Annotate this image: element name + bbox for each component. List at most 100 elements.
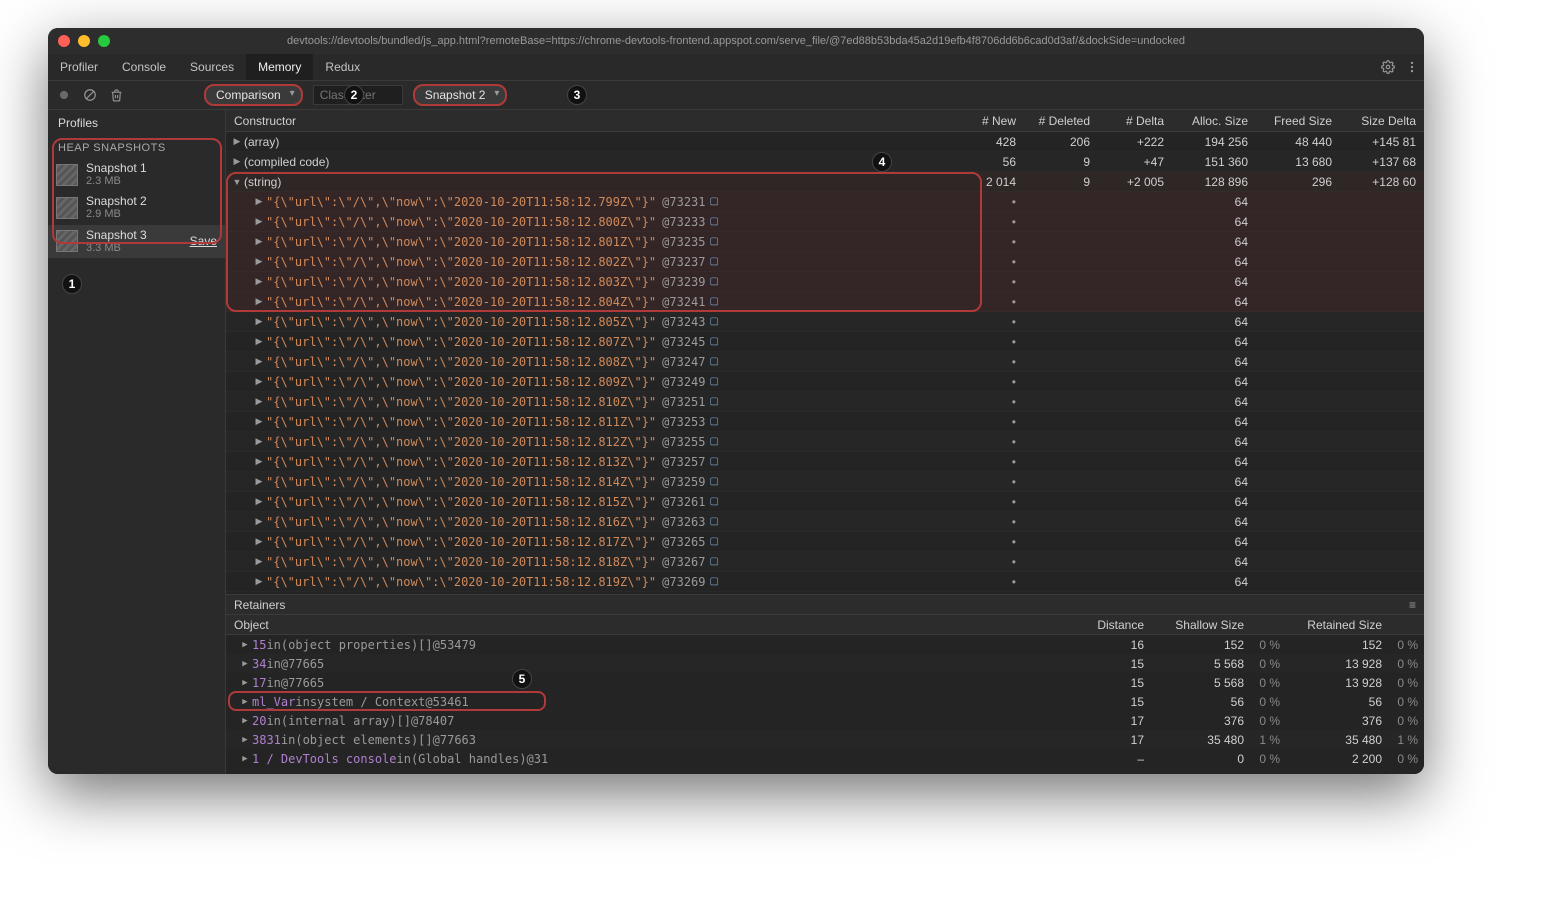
chevron-right-icon[interactable]: ▶: [254, 316, 264, 327]
link-icon[interactable]: ▢: [710, 376, 719, 387]
col-sizedelta[interactable]: Size Delta: [1340, 114, 1424, 128]
link-icon[interactable]: ▢: [710, 336, 719, 347]
link-icon[interactable]: ▢: [710, 516, 719, 527]
clear-icon[interactable]: [82, 87, 98, 103]
string-instance-row[interactable]: ▶ "{\"url\":\"/\",\"now\":\"2020-10-20T1…: [226, 292, 1424, 312]
chevron-right-icon[interactable]: ▶: [254, 416, 264, 427]
string-instance-row[interactable]: ▶ "{\"url\":\"/\",\"now\":\"2020-10-20T1…: [226, 192, 1424, 212]
string-instance-row[interactable]: ▶ "{\"url\":\"/\",\"now\":\"2020-10-20T1…: [226, 432, 1424, 452]
col-alloc[interactable]: Alloc. Size: [1172, 114, 1256, 128]
chevron-down-icon[interactable]: ▼: [232, 177, 242, 187]
link-icon[interactable]: ▢: [710, 456, 719, 467]
link-icon[interactable]: ▢: [710, 316, 719, 327]
retainer-row[interactable]: ▶ 1 / DevTools console in (Global handle…: [226, 749, 1424, 768]
link-icon[interactable]: ▢: [710, 536, 719, 547]
chevron-right-icon[interactable]: ▶: [254, 476, 264, 487]
chevron-right-icon[interactable]: ▶: [254, 496, 264, 507]
tab-redux[interactable]: Redux: [313, 54, 372, 80]
retainer-row[interactable]: ▶ 34 in @77665 15 5 568 0 % 13 928 0 %: [226, 654, 1424, 673]
chevron-right-icon[interactable]: ▶: [254, 336, 264, 347]
retainer-row[interactable]: ▶ 15 in (object properties)[] @53479 16 …: [226, 635, 1424, 654]
gear-icon[interactable]: [1380, 59, 1396, 75]
snapshot-item[interactable]: Snapshot 1 2.3 MB: [48, 158, 225, 191]
chevron-right-icon[interactable]: ▶: [254, 376, 264, 387]
chevron-right-icon[interactable]: ▶: [254, 576, 264, 587]
string-instance-row[interactable]: ▶ "{\"url\":\"/\",\"now\":\"2020-10-20T1…: [226, 472, 1424, 492]
string-instance-row[interactable]: ▶ "{\"url\":\"/\",\"now\":\"2020-10-20T1…: [226, 532, 1424, 552]
tab-sources[interactable]: Sources: [178, 54, 246, 80]
string-instance-row[interactable]: ▶ "{\"url\":\"/\",\"now\":\"2020-10-20T1…: [226, 352, 1424, 372]
chevron-right-icon[interactable]: ▶: [254, 196, 264, 207]
snapshot-item[interactable]: Snapshot 2 2.9 MB: [48, 191, 225, 224]
string-instance-row[interactable]: ▶ "{\"url\":\"/\",\"now\":\"2020-10-20T1…: [226, 272, 1424, 292]
constructor-row[interactable]: ▶ (array) 428 206 +222 194 256 48 440 +1…: [226, 132, 1424, 152]
zoom-icon[interactable]: [98, 35, 110, 47]
retainer-row[interactable]: ▶ ml_Var in system / Context @53461 15 5…: [226, 692, 1424, 711]
string-instance-row[interactable]: ▶ "{\"url\":\"/\",\"now\":\"2020-10-20T1…: [226, 332, 1424, 352]
string-instance-row[interactable]: ▶ "{\"url\":\"/\",\"now\":\"2020-10-20T1…: [226, 232, 1424, 252]
link-icon[interactable]: ▢: [710, 436, 719, 447]
chevron-right-icon[interactable]: ▶: [240, 754, 250, 764]
string-instance-row[interactable]: ▶ "{\"url\":\"/\",\"now\":\"2020-10-20T1…: [226, 252, 1424, 272]
col-new[interactable]: # New: [950, 114, 1024, 128]
link-icon[interactable]: ▢: [710, 356, 719, 367]
ret-col-object[interactable]: Object: [226, 618, 1076, 632]
chevron-right-icon[interactable]: ▶: [240, 659, 250, 669]
snapshot-save-link[interactable]: Save: [190, 234, 217, 248]
chevron-right-icon[interactable]: ▶: [240, 716, 250, 726]
link-icon[interactable]: ▢: [710, 576, 719, 587]
snapshot-item[interactable]: Snapshot 3 3.3 MB Save: [48, 225, 225, 258]
tab-console[interactable]: Console: [110, 54, 178, 80]
close-icon[interactable]: [58, 35, 70, 47]
link-icon[interactable]: ▢: [710, 276, 719, 287]
ret-col-shallow[interactable]: Shallow Size: [1148, 618, 1248, 632]
chevron-right-icon[interactable]: ▶: [254, 216, 264, 227]
string-instance-row[interactable]: ▶ "{\"url\":\"/\",\"now\":\"2020-10-20T1…: [226, 372, 1424, 392]
chevron-right-icon[interactable]: ▶: [254, 536, 264, 547]
retainer-row[interactable]: ▶ 3831 in (object elements)[] @77663 17 …: [226, 730, 1424, 749]
retainer-row[interactable]: ▶ 20 in (internal array)[] @78407 17 376…: [226, 711, 1424, 730]
link-icon[interactable]: ▢: [710, 476, 719, 487]
tab-memory[interactable]: Memory: [246, 54, 313, 80]
string-instance-row[interactable]: ▶ "{\"url\":\"/\",\"now\":\"2020-10-20T1…: [226, 452, 1424, 472]
chevron-right-icon[interactable]: ▶: [232, 156, 242, 167]
link-icon[interactable]: ▢: [710, 556, 719, 567]
chevron-right-icon[interactable]: ▶: [254, 436, 264, 447]
record-icon[interactable]: [56, 87, 72, 103]
minimize-icon[interactable]: [78, 35, 90, 47]
chevron-right-icon[interactable]: ▶: [254, 296, 264, 307]
trash-icon[interactable]: [108, 87, 124, 103]
link-icon[interactable]: ▢: [710, 296, 719, 307]
chevron-right-icon[interactable]: ▶: [254, 396, 264, 407]
view-mode-select[interactable]: Comparison: [204, 84, 303, 106]
col-deleted[interactable]: # Deleted: [1024, 114, 1098, 128]
string-instance-row[interactable]: ▶ "{\"url\":\"/\",\"now\":\"2020-10-20T1…: [226, 512, 1424, 532]
link-icon[interactable]: ▢: [710, 256, 719, 267]
col-freed[interactable]: Freed Size: [1256, 114, 1340, 128]
col-delta[interactable]: # Delta: [1098, 114, 1172, 128]
link-icon[interactable]: ▢: [710, 396, 719, 407]
col-constructor[interactable]: Constructor: [226, 114, 950, 128]
chevron-right-icon[interactable]: ▶: [232, 136, 242, 147]
chevron-right-icon[interactable]: ▶: [240, 678, 250, 688]
chevron-right-icon[interactable]: ▶: [240, 697, 250, 707]
constructor-row[interactable]: ▶ (compiled code) 56 9 +47 151 360 13 68…: [226, 152, 1424, 172]
chevron-right-icon[interactable]: ▶: [254, 356, 264, 367]
chevron-right-icon[interactable]: ▶: [240, 735, 250, 745]
chevron-right-icon[interactable]: ▶: [254, 456, 264, 467]
retainers-menu-icon[interactable]: ≡: [1409, 598, 1416, 612]
link-icon[interactable]: ▢: [710, 196, 719, 207]
chevron-right-icon[interactable]: ▶: [254, 276, 264, 287]
link-icon[interactable]: ▢: [710, 236, 719, 247]
constructor-row[interactable]: ▼ (string) 2 014 9 +2 005 128 896 296 +1…: [226, 172, 1424, 192]
retainer-row[interactable]: ▶ 17 in @77665 15 5 568 0 % 13 928 0 %: [226, 673, 1424, 692]
string-instance-row[interactable]: ▶ "{\"url\":\"/\",\"now\":\"2020-10-20T1…: [226, 572, 1424, 592]
string-instance-row[interactable]: ▶ "{\"url\":\"/\",\"now\":\"2020-10-20T1…: [226, 392, 1424, 412]
string-instance-row[interactable]: ▶ "{\"url\":\"/\",\"now\":\"2020-10-20T1…: [226, 312, 1424, 332]
chevron-right-icon[interactable]: ▶: [254, 556, 264, 567]
kebab-icon[interactable]: [1404, 59, 1420, 75]
link-icon[interactable]: ▢: [710, 216, 719, 227]
chevron-right-icon[interactable]: ▶: [254, 256, 264, 267]
grid-body[interactable]: 4 ▶ (array) 428 206 +222 194 256 48 440 …: [226, 132, 1424, 594]
chevron-right-icon[interactable]: ▶: [240, 640, 250, 650]
